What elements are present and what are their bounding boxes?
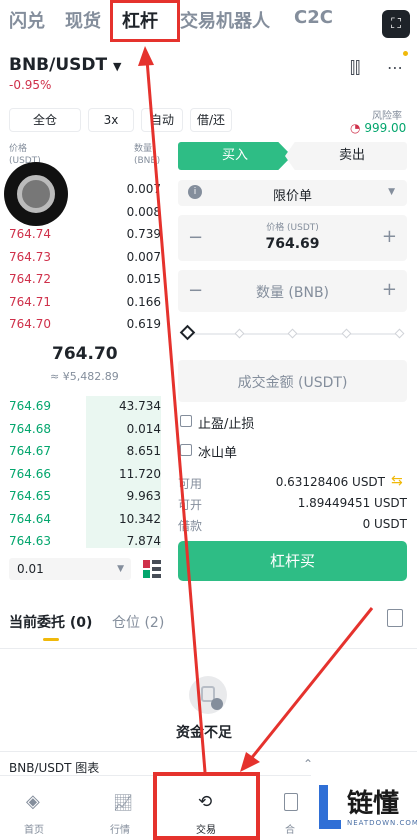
arrow-head-up: [138, 46, 154, 66]
annotation-arrows: [138, 46, 374, 773]
arrow-head-down: [240, 752, 260, 772]
floating-assistive-button[interactable]: [4, 162, 68, 226]
arrow-line-up: [145, 59, 207, 773]
arrow-line-down: [248, 607, 374, 761]
